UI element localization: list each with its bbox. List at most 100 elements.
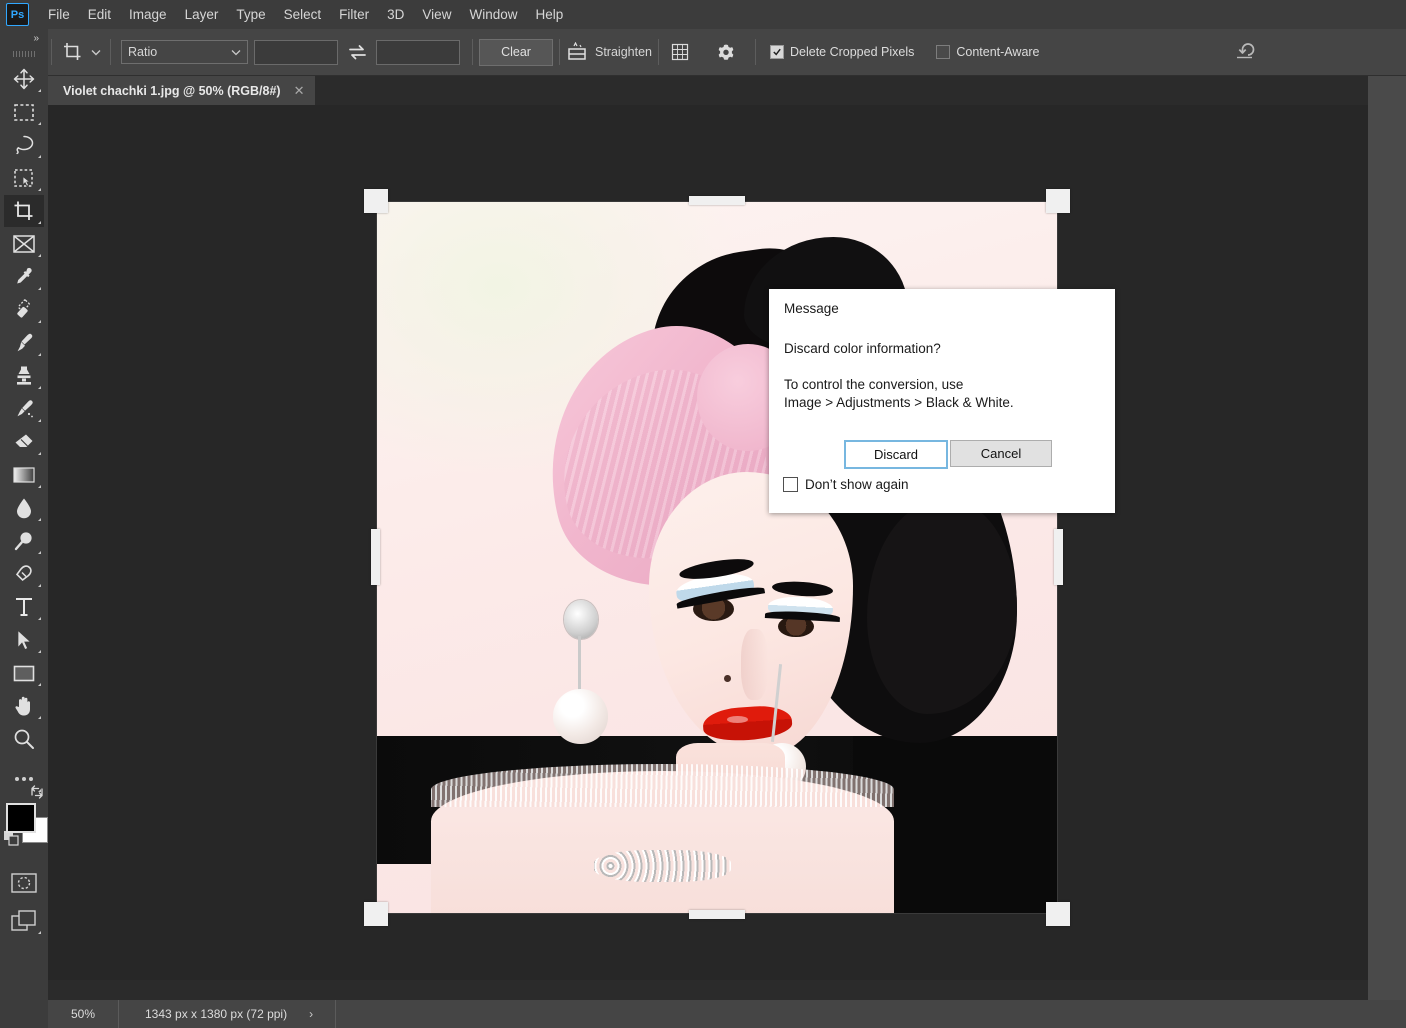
tool-group-corner — [38, 716, 41, 719]
color-swatches — [4, 785, 48, 846]
screen-mode-icon[interactable] — [4, 905, 44, 937]
check-icon — [773, 48, 781, 56]
tool-group-corner — [38, 931, 41, 934]
tool-object-selection[interactable] — [4, 162, 44, 194]
crop-tool-icon[interactable] — [58, 37, 88, 67]
crop-handle-top-left[interactable] — [364, 189, 388, 213]
cancel-button[interactable]: Cancel — [950, 440, 1052, 467]
double-chevron-right-icon[interactable]: » — [33, 33, 38, 44]
crop-height-input[interactable] — [376, 39, 460, 65]
default-colors-icon[interactable] — [4, 831, 19, 851]
dont-show-again-checkbox[interactable]: Don’t show again — [783, 477, 909, 492]
crop-handle-middle-right[interactable] — [1054, 529, 1063, 585]
options-bar: Ratio Clear Straighten Delete Cropped Pi… — [0, 29, 1406, 76]
crop-handle-bottom-right[interactable] — [1046, 902, 1070, 926]
tool-history-brush[interactable] — [4, 393, 44, 425]
tool-horizontal-type[interactable] — [4, 591, 44, 623]
tool-frame[interactable] — [4, 228, 44, 260]
crop-handle-top-center[interactable] — [689, 196, 745, 205]
crop-width-input[interactable] — [254, 39, 338, 65]
delete-cropped-pixels-label: Delete Cropped Pixels — [789, 45, 915, 59]
menu-3d[interactable]: 3D — [378, 0, 413, 29]
tool-spot-healing-brush[interactable] — [4, 294, 44, 326]
menu-edit[interactable]: Edit — [79, 0, 120, 29]
discard-button[interactable]: Discard — [844, 440, 948, 469]
dialog-question: Discard color information? — [784, 341, 941, 356]
menu-filter[interactable]: Filter — [330, 0, 378, 29]
crop-handle-bottom-center[interactable] — [689, 910, 745, 919]
foreground-color-swatch[interactable] — [6, 803, 36, 833]
tools-panel: » — [0, 29, 48, 1028]
photoshop-window: Ps File Edit Image Layer Type Select Fil… — [0, 0, 1406, 1028]
reset-rotate-icon[interactable] — [1232, 41, 1256, 63]
status-expand-icon[interactable]: › — [287, 1007, 313, 1021]
tool-lasso[interactable] — [4, 129, 44, 161]
tool-blur[interactable] — [4, 492, 44, 524]
crop-handle-top-right[interactable] — [1046, 189, 1070, 213]
tool-eraser[interactable] — [4, 426, 44, 458]
menu-view[interactable]: View — [413, 0, 460, 29]
gear-icon[interactable] — [711, 37, 741, 67]
tool-group-corner — [38, 221, 41, 224]
separator — [657, 39, 659, 65]
right-panel-strip — [1368, 76, 1406, 1008]
tool-gradient[interactable] — [4, 459, 44, 491]
chevron-down-icon — [231, 49, 241, 55]
crop-handle-bottom-left[interactable] — [364, 902, 388, 926]
tool-brush[interactable] — [4, 327, 44, 359]
chevron-down-icon[interactable] — [88, 37, 104, 67]
aspect-ratio-select[interactable]: Ratio — [121, 40, 248, 64]
tool-path-selection[interactable] — [4, 624, 44, 656]
separator — [472, 39, 473, 65]
tool-group-corner — [38, 122, 41, 125]
document-dimensions: 1343 px x 1380 px (72 ppi) — [145, 1007, 288, 1021]
menu-type[interactable]: Type — [227, 0, 274, 29]
tool-dodge[interactable] — [4, 525, 44, 557]
tool-group-corner — [38, 89, 41, 92]
aspect-ratio-value: Ratio — [128, 45, 158, 59]
tool-group-corner — [38, 551, 41, 554]
document-tab[interactable]: Violet chachki 1.jpg @ 50% (RGB/8#) ✕ — [48, 76, 316, 105]
tool-group-corner — [38, 353, 41, 356]
menu-image[interactable]: Image — [120, 0, 176, 29]
tool-crop[interactable] — [4, 195, 44, 227]
clear-button[interactable]: Clear — [479, 38, 553, 66]
separator — [754, 39, 756, 65]
tool-group-corner — [38, 155, 41, 158]
tool-group-corner — [38, 683, 41, 686]
tool-clone-stamp[interactable] — [4, 360, 44, 392]
crop-handle-middle-left[interactable] — [371, 529, 380, 585]
tool-group-corner — [38, 188, 41, 191]
document-canvas[interactable] — [48, 105, 1368, 980]
tool-hand[interactable] — [4, 690, 44, 722]
tool-move[interactable] — [4, 63, 44, 95]
tools-panel-header: » — [0, 29, 48, 47]
tool-pen[interactable] — [4, 558, 44, 590]
tool-zoom[interactable] — [4, 723, 44, 755]
tool-rectangular-marquee[interactable] — [4, 96, 44, 128]
content-aware-checkbox[interactable]: Content-Aware — [936, 45, 1040, 59]
straighten-label: Straighten — [595, 45, 652, 59]
menu-file[interactable]: File — [39, 0, 79, 29]
status-bar: 50% 1343 px x 1380 px (72 ppi) › — [48, 1000, 1406, 1028]
close-icon[interactable]: ✕ — [294, 84, 305, 97]
menu-help[interactable]: Help — [526, 0, 572, 29]
swap-colors-icon[interactable] — [30, 785, 44, 804]
tool-group-corner — [38, 386, 41, 389]
swap-arrows-icon[interactable] — [344, 39, 370, 65]
menu-window[interactable]: Window — [460, 0, 526, 29]
tool-group-corner — [38, 584, 41, 587]
photoshop-logo: Ps — [6, 3, 29, 26]
menu-layer[interactable]: Layer — [176, 0, 228, 29]
checkbox-box — [936, 45, 951, 59]
separator — [559, 39, 560, 65]
tools-panel-grip[interactable] — [13, 51, 35, 57]
delete-cropped-pixels-checkbox[interactable]: Delete Cropped Pixels — [769, 45, 915, 59]
tool-eyedropper[interactable] — [4, 261, 44, 293]
quick-mask-icon[interactable] — [4, 867, 44, 899]
straighten-button[interactable]: Straighten — [566, 42, 652, 62]
tool-rectangle[interactable] — [4, 657, 44, 689]
zoom-level[interactable]: 50% — [48, 1000, 119, 1028]
menu-select[interactable]: Select — [275, 0, 331, 29]
grid-overlay-icon[interactable] — [665, 37, 695, 67]
